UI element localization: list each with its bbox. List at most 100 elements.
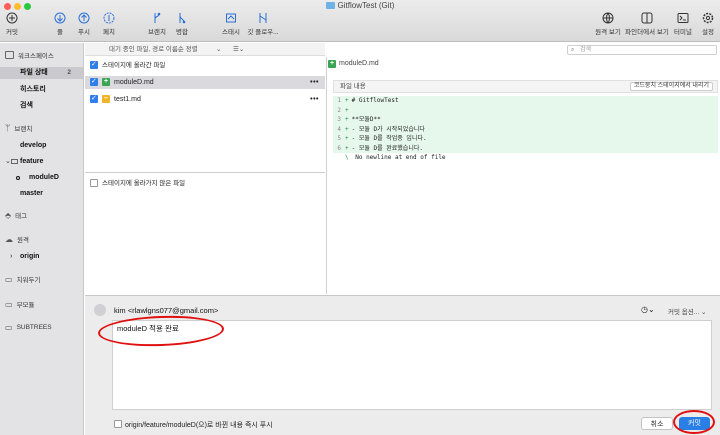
chevron-down-icon: ⌄ [5,158,11,165]
diff-line[interactable]: 6 + - 모듈 D를 완료했습니다. [333,143,718,153]
diff-line-text: - 모듈 D를 완료했습니다. [351,144,423,152]
commit-toolbar-button[interactable]: 커밋 [2,12,22,36]
current-branch-icon [16,176,20,180]
merge-icon [179,13,186,24]
file-more-button[interactable]: ••• [310,76,319,89]
file-stage-checkbox[interactable] [90,92,98,105]
sidebar-item-master[interactable]: master [0,188,83,200]
diff-line-sign: + [345,135,349,142]
sidebar-section-branches[interactable]: ᛘ 브랜치 [5,123,32,133]
diff-line[interactable]: 1 + # GitflowTest [333,96,718,106]
diff-line-sign: + [345,125,349,133]
push-immediately-label[interactable]: origin/feature/moduleD(으)로 바뀐 내용 즉시 푸시 [125,420,273,430]
search-input[interactable]: ⌕ 검색 [567,45,717,55]
chevron-down-icon: ⌄ [216,46,222,53]
sidebar-item-origin[interactable]: › origin [0,251,83,263]
gitflow-icon [259,13,267,23]
diff-line-number: 5 [337,135,341,142]
finder-icon [641,12,653,24]
list-view-icon[interactable]: ☰⌄ [233,43,244,56]
staged-files-header: 스테이지에 올라간 파일 [85,58,325,72]
commit-plus-icon [6,12,18,24]
cloud-icon: ☁ [5,234,13,244]
merge-toolbar-button[interactable]: 병합 [173,12,191,36]
file-row-test1[interactable]: –test1.md••• [85,92,325,106]
pane-divider[interactable] [85,172,325,173]
diff-line-sign: + [345,97,349,104]
sidebar-section-tags[interactable]: ⬘ 태그 [5,210,27,221]
annotation-circle-commit [673,410,715,434]
commit-options-dropdown[interactable]: 커밋 옵션... ⌄ [668,306,706,316]
diff-line-number: 6 [337,144,341,152]
diff-line[interactable]: 4 + - 모듈 D가 시작되었습니다 [333,124,718,134]
terminal-button[interactable]: 터미널 [673,12,693,36]
pull-toolbar-button[interactable]: 풀 [52,12,68,36]
terminal-icon [677,13,689,23]
branch-toolbar-button[interactable]: 브랜치 [146,12,168,36]
commit-author: kim <rlawlgns077@gmail.com> [114,306,219,315]
sidebar-section-remotes[interactable]: ☁ 원격 [5,234,29,245]
diff-line-number: 1 [337,97,341,104]
search-icon: ⌕ [571,47,575,53]
monitor-icon [5,51,14,59]
gear-icon [702,12,714,24]
diff-line-sign: \ [345,154,349,161]
sidebar-section-submodules[interactable]: ▭ 부모듈 [5,299,35,310]
sidebar-item-moduleD[interactable]: moduleD [0,172,83,184]
diff-line[interactable]: 2 + [333,105,718,115]
diff-line-text: # GitflowTest [351,97,399,104]
window-title: GitflowTest (Git) [0,0,720,11]
avatar [94,304,106,316]
diff-line[interactable]: 5 + - 모듈 D를 작업중 입니다. [333,134,718,144]
settings-button[interactable]: 설정 [699,12,717,36]
push-arrow-icon [78,12,90,24]
gitflow-toolbar-button[interactable]: 깃 플로우... [246,12,280,36]
stash-icon: ▭ [5,274,13,284]
file-row-moduleD[interactable]: +moduleD.md••• [85,75,325,89]
file-status-count-badge: 2 [67,69,71,76]
history-clock-icon[interactable]: ◷⌄ [641,305,655,314]
diff-line-number: 4 [337,125,341,133]
sidebar-item-search[interactable]: 검색 [0,100,83,112]
diff-line-number: 3 [337,116,341,123]
pull-arrow-icon [54,12,66,24]
modified-file-icon: – [102,95,110,103]
diff-line-text: **모듈D** [351,116,381,123]
diff-file-header: + moduleD.md [328,60,379,68]
added-file-icon: + [328,60,336,68]
fetch-toolbar-button[interactable]: 페치 [100,12,118,36]
sidebar-item-feature[interactable]: ⌄ feature [0,156,83,168]
stage-all-checkbox[interactable] [90,58,98,71]
sidebar-item-history[interactable]: 히스토리 [0,84,83,96]
stash-icon [226,13,236,23]
toolbar: GitflowTest (Git) 커밋 풀 푸시 페치 브랜치 병합 스태시 … [0,0,720,42]
push-immediately-checkbox[interactable] [114,420,122,428]
file-stage-checkbox[interactable] [90,75,98,88]
subtree-icon: ▭ [5,323,13,332]
sidebar-section-stashes[interactable]: ▭ 치워두기 [5,274,40,285]
submodule-icon: ▭ [5,299,13,309]
finder-view-button[interactable]: 파인더에서 보기 [625,12,669,36]
push-toolbar-button[interactable]: 푸시 [76,12,92,36]
diff-line[interactable]: 3 + **모듈D** [333,115,718,125]
stage-all-unstaged-checkbox[interactable] [90,179,98,187]
remote-view-button[interactable]: 원격 보기 [594,12,622,36]
unstage-hunk-button[interactable]: 코드뭉치 스테이지에서 내리기 [629,82,713,91]
diff-line-sign: + [345,144,349,152]
folder-icon [325,2,335,9]
added-file-icon: + [102,78,110,86]
sidebar-item-file-status[interactable]: 파일 상태 2 [0,67,83,79]
diff-line[interactable]: \ No newline at end of file [333,153,718,163]
diff-line-text: - 모듈 D가 시작되었습니다 [351,125,425,133]
diff-line-text: - 모듈 D를 작업중 입니다. [351,135,427,142]
stash-toolbar-button[interactable]: 스태시 [220,12,242,36]
unstaged-files-header: 스테이지에 올라가지 않은 파일 [85,177,325,190]
sidebar-item-develop[interactable]: develop [0,140,83,152]
file-more-button[interactable]: ••• [310,93,319,106]
sidebar-section-subtrees[interactable]: ▭ SUBTREES [5,323,52,332]
diff-line-sign: + [345,106,349,114]
file-filter-dropdown[interactable]: 대기 중인 파일, 경로 이름순 정렬 ⌄ ☰⌄ [85,43,325,56]
hunk-header: 파일 내용 코드뭉치 스테이지에서 내리기 [333,80,718,93]
cancel-button[interactable]: 취소 [641,417,673,430]
tag-icon: ⬘ [5,210,12,220]
